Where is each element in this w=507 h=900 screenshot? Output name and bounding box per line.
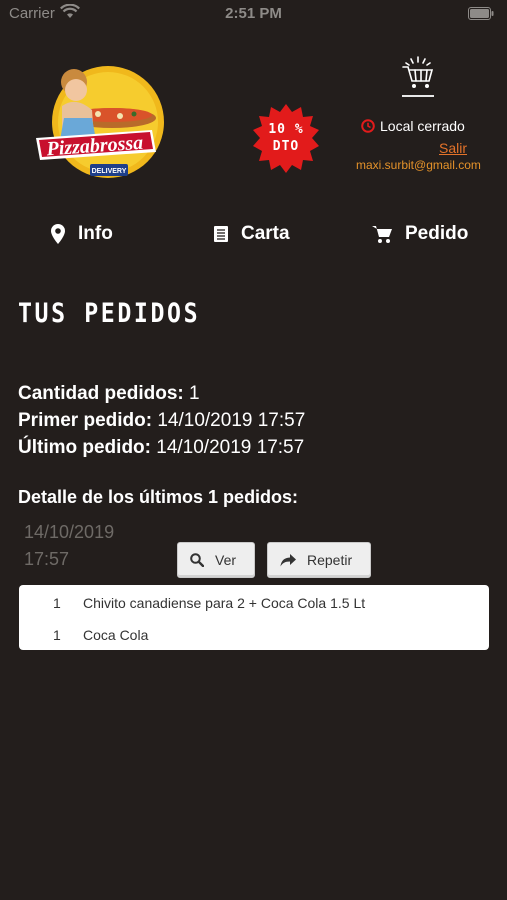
search-icon [190,553,204,567]
page-title: TUS PEDIDOS [18,298,201,329]
summary-last-label: Último pedido: [18,437,151,458]
share-arrow-icon [280,553,296,566]
status-bar: Carrier 2:51 PM [0,0,507,28]
summary-last-value: 14/10/2019 17:57 [156,437,305,458]
item-quantity: 1 [53,595,61,611]
user-email: maxi.surbit@gmail.com [356,158,481,172]
summary-count-row: Cantidad pedidos: 1 [18,380,305,407]
order-time: 17:57 [24,549,70,569]
item-quantity: 1 [53,627,61,643]
view-order-label: Ver [215,552,237,568]
order-datetime: 14/10/2019 17:57 [24,519,114,573]
clock-icon [361,119,375,133]
repeat-order-label: Repetir [307,552,353,568]
store-status-text: Local cerrado [380,118,465,134]
discount-badge: 10 % DTO [249,102,323,176]
item-name: Chivito canadiense para 2 + Coca Cola 1.… [83,595,366,611]
order-items-list: 1 Chivito canadiense para 2 + Coca Cola … [19,585,489,650]
cart-icon[interactable] [400,56,436,90]
list-item: 1 Coca Cola [19,625,489,645]
shopping-cart-icon [372,226,392,243]
cart-underline [402,95,434,97]
summary-last-row: Último pedido: 14/10/2019 17:57 [18,434,305,461]
list-item: 1 Chivito canadiense para 2 + Coca Cola … [19,593,489,613]
orders-summary: Cantidad pedidos: 1 Primer pedido: 14/10… [18,380,305,461]
nav-pedido-label: Pedido [405,223,469,244]
badge-percent-text: 10 % [268,122,304,137]
logout-link[interactable]: Salir [439,140,467,156]
badge-dto-text: DTO [272,139,300,154]
nav-carta[interactable]: Carta [213,220,290,248]
nav-carta-label: Carta [241,223,290,244]
store-status: Local cerrado [361,118,465,134]
summary-count-value: 1 [189,383,200,404]
nav-pedido[interactable]: Pedido [371,220,468,248]
summary-first-label: Primer pedido: [18,410,153,431]
summary-first-value: 14/10/2019 17:57 [157,410,306,431]
nav-info[interactable]: Info [50,220,113,248]
logo-tagline-text: DELIVERY [92,168,127,175]
summary-first-row: Primer pedido: 14/10/2019 17:57 [18,407,305,434]
detail-heading: Detalle de los últimos 1 pedidos: [18,487,299,507]
view-order-button[interactable]: Ver [177,542,255,578]
clock-time: 2:51 PM [225,5,282,22]
menu-list-icon [214,226,228,242]
order-date: 14/10/2019 [24,522,115,542]
location-pin-icon [51,224,65,244]
repeat-order-button[interactable]: Repetir [267,542,371,578]
summary-count-label: Cantidad pedidos: [18,383,184,404]
restaurant-logo[interactable]: Pizzabrossa DELIVERY [34,60,170,188]
item-name: Coca Cola [83,627,149,643]
nav-info-label: Info [78,223,113,244]
battery-icon [468,7,494,20]
main-nav: Info Carta Pedido [0,220,507,248]
